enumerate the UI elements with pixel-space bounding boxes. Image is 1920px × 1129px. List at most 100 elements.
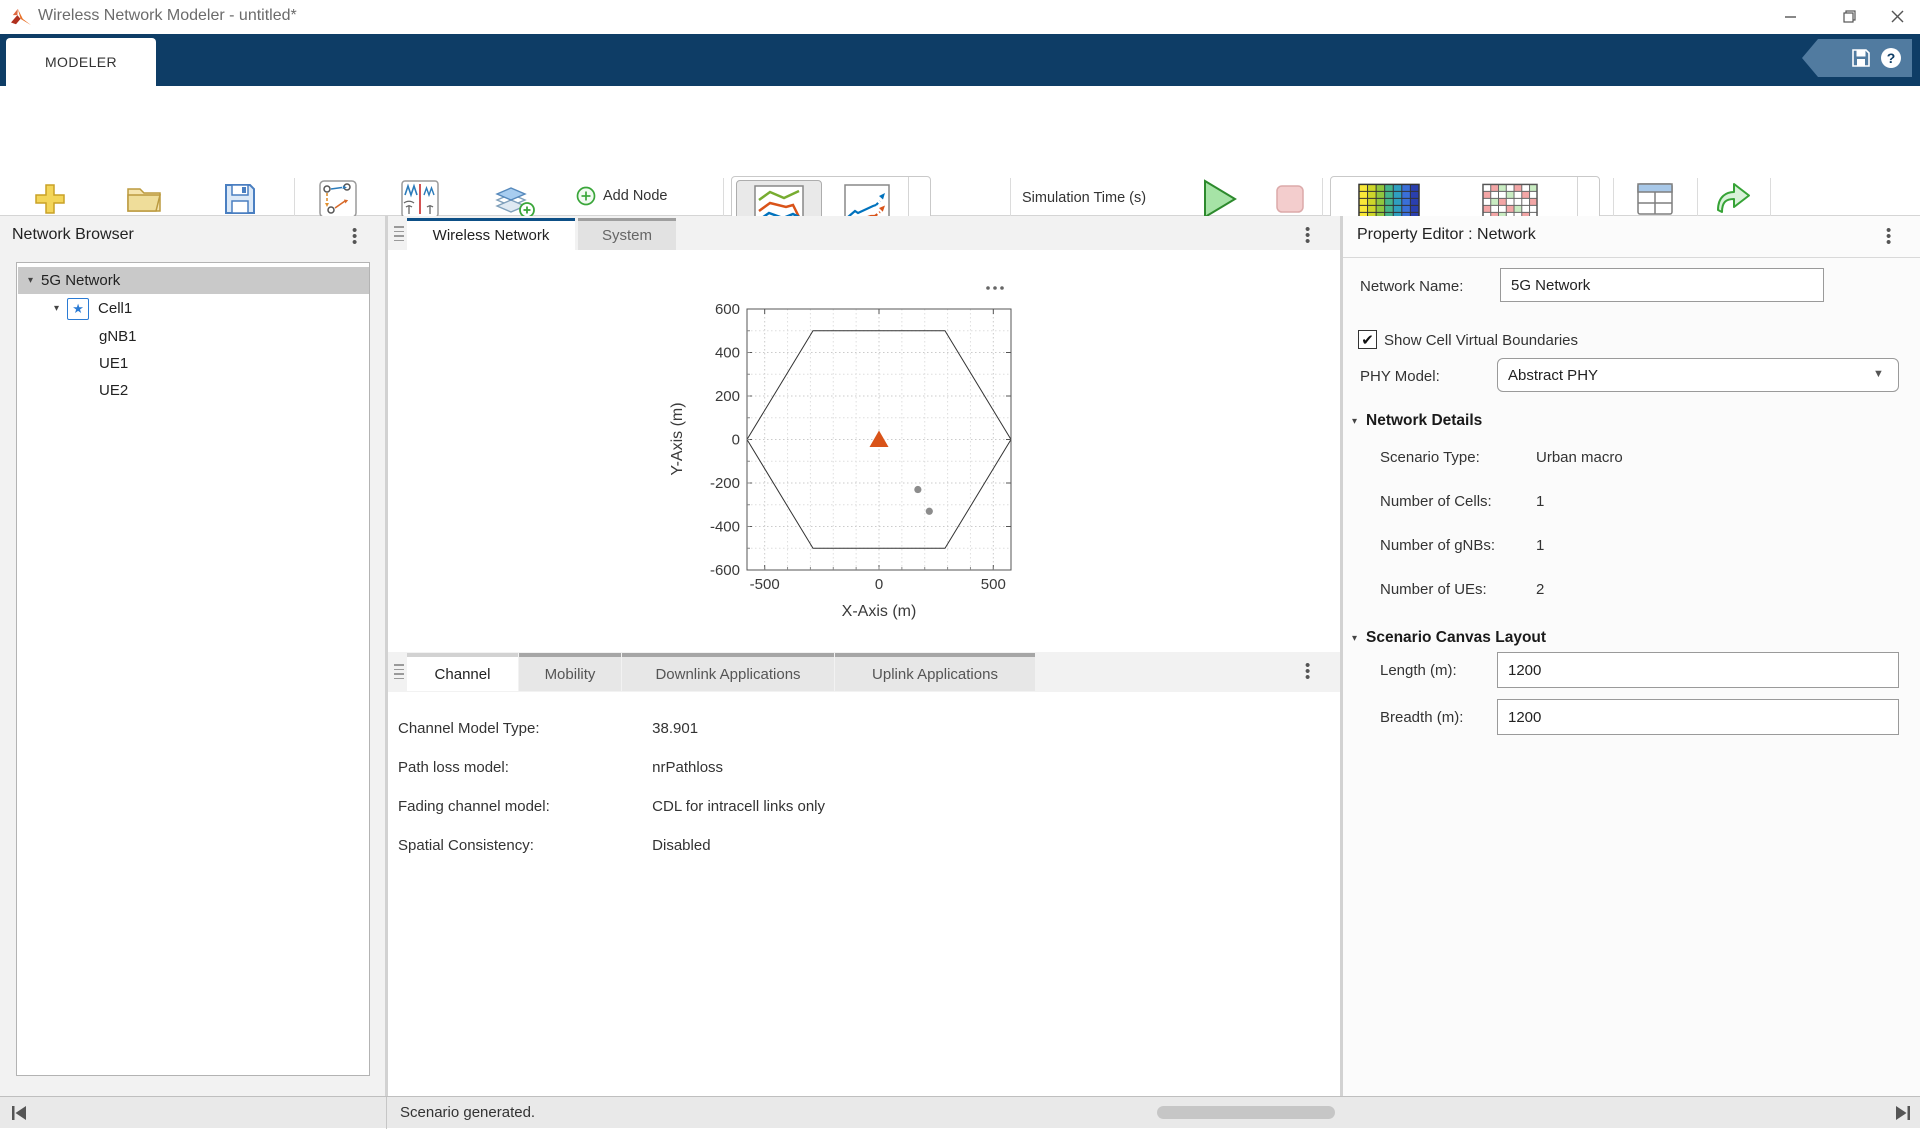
tab-label: Channel bbox=[435, 666, 491, 683]
title-bar: Wireless Network Modeler - untitled* bbox=[0, 0, 1920, 34]
detail-row: Channel Model Type: 38.901 bbox=[398, 720, 698, 737]
plot-options-icon[interactable] bbox=[986, 286, 1004, 290]
tab-system[interactable]: System bbox=[578, 218, 676, 250]
svg-text:-400: -400 bbox=[710, 519, 740, 536]
network-name-value: 5G Network bbox=[1511, 277, 1590, 294]
svg-text:-500: -500 bbox=[750, 576, 780, 593]
details-menu-icon[interactable]: ••• bbox=[1305, 663, 1310, 681]
ue-marker bbox=[926, 508, 933, 515]
show-boundaries-label: Show Cell Virtual Boundaries bbox=[1384, 332, 1578, 349]
length-value: 1200 bbox=[1508, 662, 1541, 679]
detail-label: Spatial Consistency: bbox=[398, 837, 648, 854]
svg-text:-200: -200 bbox=[710, 475, 740, 492]
horizontal-scrollbar-thumb[interactable] bbox=[1157, 1106, 1335, 1119]
section-collapse-icon[interactable]: ▾ bbox=[1352, 633, 1357, 644]
tab-wireless-network[interactable]: Wireless Network bbox=[407, 218, 575, 250]
detail-value: 38.901 bbox=[652, 720, 698, 737]
minimize-button[interactable] bbox=[1767, 0, 1813, 32]
scenario-canvas[interactable]: -50005006004002000-200-400-600 X-Axis (m… bbox=[388, 250, 1340, 652]
matlab-logo-icon bbox=[10, 7, 32, 27]
tree-expand-icon[interactable]: ▾ bbox=[54, 303, 59, 314]
phy-model-dropdown[interactable]: Abstract PHY ▼ bbox=[1497, 358, 1899, 392]
length-input[interactable]: 1200 bbox=[1497, 652, 1899, 688]
section-collapse-icon[interactable]: ▾ bbox=[1352, 416, 1357, 427]
close-button[interactable] bbox=[1874, 0, 1920, 32]
svg-text:400: 400 bbox=[715, 345, 740, 362]
tree-item-ue1[interactable]: UE1 bbox=[18, 350, 369, 377]
quick-save-icon[interactable] bbox=[1850, 47, 1872, 69]
maximize-icon bbox=[1843, 10, 1856, 23]
status-message: Scenario generated. bbox=[400, 1104, 535, 1121]
tree-item-gnb1[interactable]: gNB1 bbox=[18, 323, 369, 350]
tab-channel[interactable]: Channel bbox=[407, 653, 518, 691]
ribbon-band: MODELER ? bbox=[0, 34, 1920, 86]
number-of-ues-value: 2 bbox=[1536, 581, 1544, 598]
tab-modeler[interactable]: MODELER bbox=[6, 38, 156, 86]
quick-access-toolbar: ? bbox=[1802, 39, 1912, 77]
number-of-cells-label: Number of Cells: bbox=[1380, 493, 1492, 510]
tab-uplink-applications[interactable]: Uplink Applications bbox=[835, 653, 1035, 691]
tab-label: Wireless Network bbox=[433, 227, 550, 244]
canvas-menu-icon[interactable]: ••• bbox=[1305, 227, 1310, 245]
canvas-panel: Wireless Network System ••• -50005006004… bbox=[388, 216, 1340, 1096]
simulation-time-label: Simulation Time (s) bbox=[1022, 190, 1146, 206]
tree-expand-icon[interactable]: ▾ bbox=[28, 275, 33, 286]
minimize-icon bbox=[1784, 10, 1797, 23]
show-boundaries-checkbox[interactable]: ✔ bbox=[1358, 330, 1377, 349]
gnb-marker bbox=[870, 431, 889, 448]
tree-item-5g-network[interactable]: ▾ 5G Network bbox=[18, 267, 369, 294]
breadth-input[interactable]: 1200 bbox=[1497, 699, 1899, 735]
add-node-button[interactable]: Add Node bbox=[576, 186, 668, 206]
tree-item-ue2[interactable]: UE2 bbox=[18, 377, 369, 404]
network-details-header: Network Details bbox=[1366, 412, 1482, 430]
breadth-value: 1200 bbox=[1508, 709, 1541, 726]
tree-item-label: gNB1 bbox=[99, 328, 137, 345]
detail-label: Path loss model: bbox=[398, 759, 648, 776]
maximize-button[interactable] bbox=[1826, 0, 1872, 32]
channel-details: Channel Model Type: 38.901 Path loss mod… bbox=[388, 692, 1340, 1096]
detail-value: nrPathloss bbox=[652, 759, 723, 776]
svg-text:?: ? bbox=[1887, 50, 1896, 66]
add-node-icon bbox=[576, 186, 596, 206]
network-browser-title: Network Browser bbox=[12, 226, 134, 244]
svg-text:0: 0 bbox=[732, 432, 740, 449]
tab-mobility[interactable]: Mobility bbox=[519, 653, 621, 691]
breadth-label: Breadth (m): bbox=[1380, 709, 1463, 726]
svg-text:-600: -600 bbox=[710, 562, 740, 579]
property-editor-menu-icon[interactable]: ••• bbox=[1886, 228, 1891, 246]
scenario-plot[interactable]: -50005006004002000-200-400-600 X-Axis (m… bbox=[650, 275, 1040, 635]
detail-row: Spatial Consistency: Disabled bbox=[398, 837, 711, 854]
number-of-gnbs-label: Number of gNBs: bbox=[1380, 537, 1495, 554]
number-of-gnbs-value: 1 bbox=[1536, 537, 1544, 554]
scenario-type-value: Urban macro bbox=[1536, 449, 1623, 466]
tree-item-label: 5G Network bbox=[41, 272, 120, 289]
details-tabbar: Channel Mobility Downlink Applications U… bbox=[388, 652, 1340, 692]
scenario-type-label: Scenario Type: bbox=[1380, 449, 1480, 466]
cell-star-icon: ★ bbox=[67, 298, 89, 320]
detail-value: Disabled bbox=[652, 837, 710, 854]
add-node-label: Add Node bbox=[603, 188, 668, 204]
panel-drag-handle[interactable] bbox=[394, 664, 404, 679]
length-label: Length (m): bbox=[1380, 662, 1457, 679]
help-icon[interactable]: ? bbox=[1880, 47, 1902, 69]
tree-item-cell1[interactable]: ▾ ★ Cell1 bbox=[18, 295, 369, 322]
number-of-cells-value: 1 bbox=[1536, 493, 1544, 510]
tab-label: Uplink Applications bbox=[872, 666, 998, 683]
panel-drag-handle[interactable] bbox=[394, 226, 404, 241]
tab-modeler-label: MODELER bbox=[45, 54, 117, 70]
y-axis-label: Y-Axis (m) bbox=[669, 402, 686, 475]
network-name-input[interactable]: 5G Network bbox=[1500, 268, 1824, 302]
network-tree: ▾ 5G Network ▾ ★ Cell1 gNB1 UE1 UE2 bbox=[16, 262, 370, 1076]
detail-row: Fading channel model: CDL for intracell … bbox=[398, 798, 825, 815]
status-bar: Scenario generated. bbox=[0, 1096, 1920, 1128]
tab-label: Mobility bbox=[545, 666, 596, 683]
collapse-left-icon[interactable] bbox=[10, 1104, 28, 1122]
number-of-ues-label: Number of UEs: bbox=[1380, 581, 1487, 598]
window-title: Wireless Network Modeler - untitled* bbox=[38, 7, 297, 25]
property-editor-title: Property Editor : Network bbox=[1357, 226, 1536, 244]
tab-downlink-applications[interactable]: Downlink Applications bbox=[622, 653, 834, 691]
phy-model-value: Abstract PHY bbox=[1508, 367, 1598, 384]
network-browser-menu-icon[interactable]: ••• bbox=[352, 228, 357, 246]
collapse-right-icon[interactable] bbox=[1894, 1104, 1912, 1122]
svg-text:0: 0 bbox=[875, 576, 883, 593]
